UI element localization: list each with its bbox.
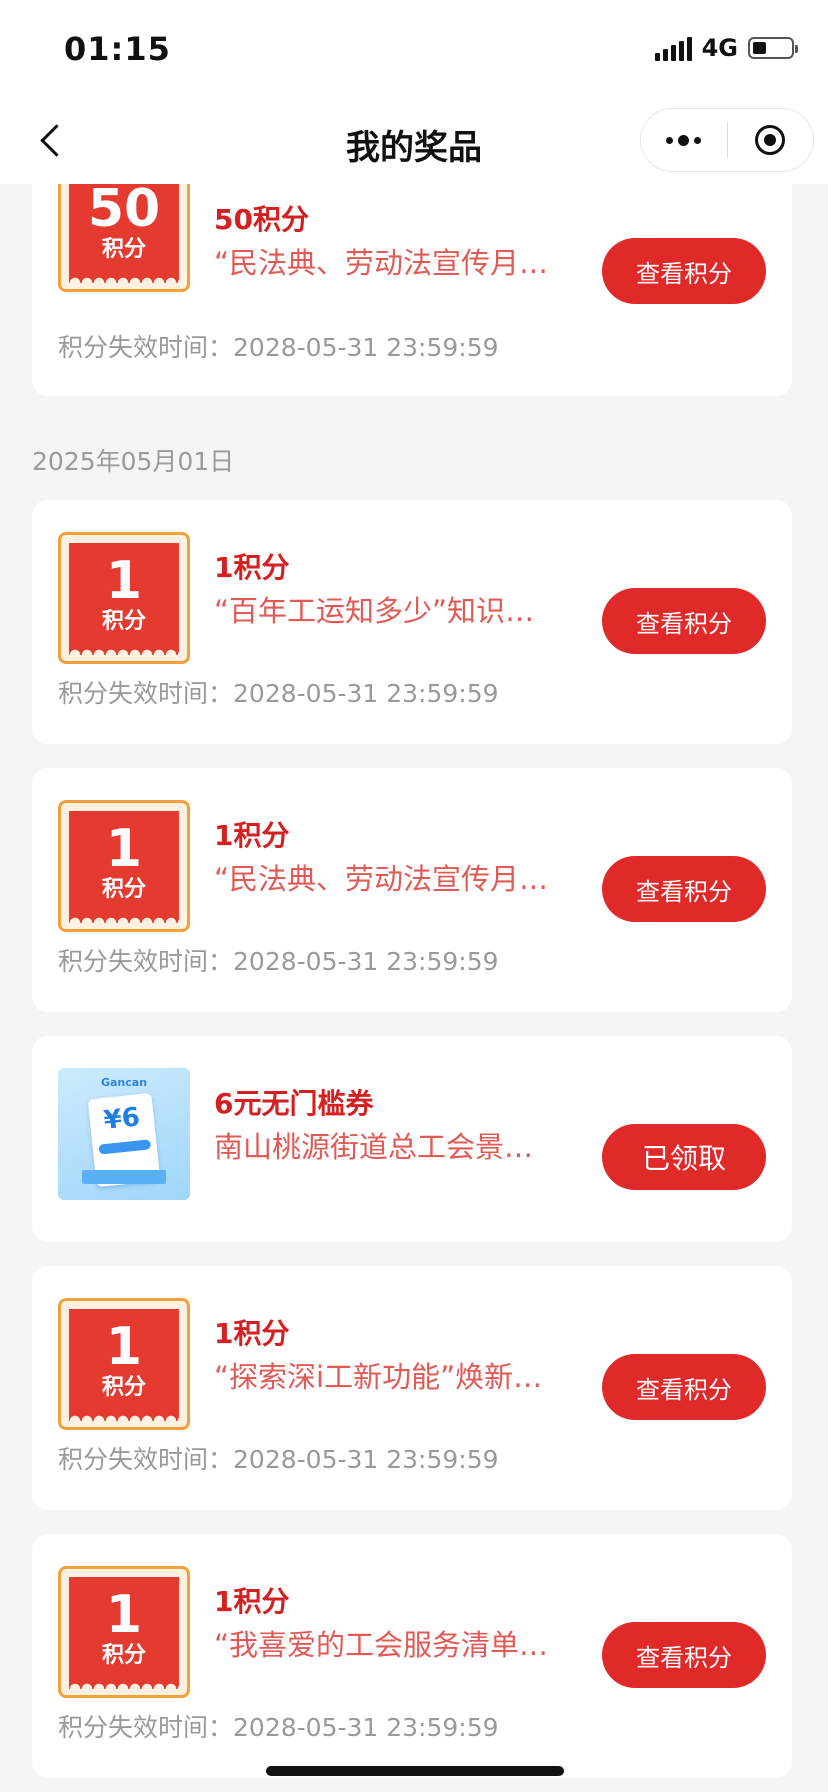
- expire-info: 积分失效时间：2028-05-31 23:59:59: [58, 679, 499, 708]
- prize-card: 1 积分 1积分 “我喜爱的工会服务清单”投票活动 查看积分 积分失效时间：20…: [32, 1534, 792, 1778]
- battery-icon: [748, 37, 798, 59]
- expire-info: 积分失效时间：2028-05-31 23:59:59: [58, 1713, 499, 1742]
- mini-program-capsule: [640, 108, 814, 172]
- prize-list[interactable]: 50 积分 50积分 “民法典、劳动法宣传月”知识竞答活动 查看积分 积分失效时…: [0, 184, 828, 1792]
- points-badge: 50 积分: [58, 184, 190, 292]
- claimed-button[interactable]: 已领取: [602, 1124, 766, 1190]
- prize-desc: “我喜爱的工会服务清单”投票活动: [214, 1628, 554, 1662]
- points-badge: 1 积分: [58, 532, 190, 664]
- home-indicator[interactable]: [266, 1766, 564, 1776]
- target-icon: [755, 125, 786, 155]
- prize-card: Gancan ¥6 6元无门槛券 南山桃源街道总工会景田活动 已领取: [32, 1036, 792, 1242]
- prize-card: 50 积分 50积分 “民法典、劳动法宣传月”知识竞答活动 查看积分 积分失效时…: [32, 184, 792, 396]
- more-dots-icon: [666, 134, 702, 146]
- signal-icon: [654, 35, 692, 61]
- view-points-button[interactable]: 查看积分: [602, 238, 766, 304]
- status-indicators: 4G: [654, 34, 798, 62]
- status-time: 01:15: [64, 30, 171, 68]
- points-badge: 1 积分: [58, 800, 190, 932]
- prize-desc: 南山桃源街道总工会景田活动: [214, 1130, 554, 1164]
- prize-desc: “探索深i工新功能”焕新打卡活动: [214, 1360, 554, 1394]
- prize-desc: “民法典、劳动法宣传月”知识竞答活动: [214, 862, 554, 896]
- network-type: 4G: [701, 34, 738, 62]
- prize-card: 1 积分 1积分 “探索深i工新功能”焕新打卡活动 查看积分 积分失效时间：20…: [32, 1266, 792, 1510]
- prize-name: 1积分: [214, 819, 290, 852]
- prize-desc: “百年工运知多少”知识竞答活动: [214, 594, 554, 628]
- prize-card: 1 积分 1积分 “百年工运知多少”知识竞答活动 查看积分 积分失效时间：202…: [32, 500, 792, 744]
- prize-desc: “民法典、劳动法宣传月”知识竞答活动: [214, 246, 554, 280]
- prize-name: 1积分: [214, 1317, 290, 1350]
- close-miniprogram-button[interactable]: [728, 109, 814, 171]
- view-points-button[interactable]: 查看积分: [602, 588, 766, 654]
- coupon-image: Gancan ¥6: [58, 1068, 190, 1200]
- view-points-button[interactable]: 查看积分: [602, 856, 766, 922]
- status-bar: 01:15 4G: [0, 0, 828, 96]
- prize-name: 6元无门槛券: [214, 1087, 374, 1120]
- points-badge: 1 积分: [58, 1298, 190, 1430]
- expire-info: 积分失效时间：2028-05-31 23:59:59: [58, 333, 499, 362]
- nav-bar: 我的奖品: [0, 96, 828, 184]
- points-badge: 1 积分: [58, 1566, 190, 1698]
- view-points-button[interactable]: 查看积分: [602, 1622, 766, 1688]
- prize-card: 1 积分 1积分 “民法典、劳动法宣传月”知识竞答活动 查看积分 积分失效时间：…: [32, 768, 792, 1012]
- expire-info: 积分失效时间：2028-05-31 23:59:59: [58, 1445, 499, 1474]
- date-header: 2025年05月01日: [32, 447, 235, 476]
- prize-name: 50积分: [214, 203, 309, 236]
- view-points-button[interactable]: 查看积分: [602, 1354, 766, 1420]
- prize-name: 1积分: [214, 551, 290, 584]
- expire-info: 积分失效时间：2028-05-31 23:59:59: [58, 947, 499, 976]
- more-button[interactable]: [641, 109, 727, 171]
- prize-name: 1积分: [214, 1585, 290, 1618]
